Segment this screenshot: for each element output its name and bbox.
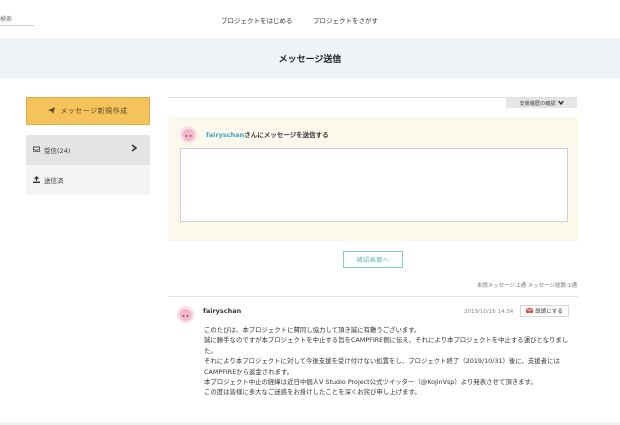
compose-heading-suffix: さんにメッセージを送信する bbox=[244, 131, 329, 139]
nav-find-project[interactable]: プロジェクトをさがす bbox=[313, 15, 378, 25]
envelope-icon bbox=[526, 307, 534, 315]
search-input[interactable] bbox=[0, 10, 34, 26]
message-line: このたびは、本プロジェクトに賛同し協力して頂き誠に有難うございます。 bbox=[204, 326, 421, 334]
mark-read-label: 既読にする bbox=[535, 309, 563, 315]
mark-read-button[interactable]: 既読にする bbox=[520, 305, 569, 317]
sidebar-item-sent[interactable]: 送信済 bbox=[26, 165, 150, 195]
confirm-button[interactable]: 確認画面へ bbox=[343, 251, 403, 268]
sidebar-item-sent-label: 送信済 bbox=[44, 177, 64, 185]
divider bbox=[168, 296, 578, 297]
page-title: メッセージ送信 bbox=[278, 55, 342, 65]
recipient-link[interactable]: fairyschan bbox=[206, 131, 244, 139]
message-sender: fairyschan bbox=[203, 307, 242, 315]
compose-new-button[interactable]: メッセージ新規作成 bbox=[26, 97, 150, 125]
support-history-label: 支援履歴の確認 bbox=[519, 100, 556, 107]
paper-plane-icon bbox=[48, 106, 56, 116]
message-body: このたびは、本プロジェクトに賛同し協力して頂き誠に有難うございます。 誠に勝手な… bbox=[204, 325, 576, 398]
chevron-right-icon bbox=[131, 144, 138, 154]
compose-new-label: メッセージ新規作成 bbox=[60, 107, 128, 115]
sidebar-item-inbox[interactable]: 受信(24) bbox=[26, 135, 150, 165]
message-line: この度は皆様に多大なご迷惑をお掛けしたことを深くお詫び申し上げます。 bbox=[204, 388, 421, 397]
compose-heading: fairyschanさんにメッセージを送信する bbox=[206, 129, 329, 139]
inbox-tray-icon bbox=[32, 146, 41, 154]
support-history-toggle[interactable]: 支援履歴の確認 bbox=[506, 98, 577, 108]
message-line: それにより本プロジェクトに対して今後支援を受け付けない処置をし、プロジェクト終了… bbox=[204, 357, 560, 376]
message-body-input[interactable] bbox=[180, 148, 568, 222]
upload-icon bbox=[33, 175, 40, 185]
chevron-down-icon bbox=[557, 100, 564, 107]
message-timestamp: 2019/10/16 14:34 bbox=[464, 309, 514, 315]
message-line: 誠に勝手なのですが本プロジェクトを中止する旨をCAMPFIRE側に伝え、それによ… bbox=[204, 336, 569, 355]
nav-start-project[interactable]: プロジェクトをはじめる bbox=[221, 15, 293, 25]
avatar bbox=[177, 306, 194, 323]
message-line: 本プロジェクト中止の経緯は近日中個人V Studio Project公式ツイッタ… bbox=[204, 378, 537, 387]
top-bar: プロジェクトをはじめる プロジェクトをさがす bbox=[0, 0, 620, 38]
message-counts: 未読メッセージ:1通 メッセージ総数:1通 bbox=[476, 283, 577, 289]
sidebar-item-inbox-label: 受信(24) bbox=[44, 147, 71, 155]
avatar bbox=[180, 126, 197, 143]
